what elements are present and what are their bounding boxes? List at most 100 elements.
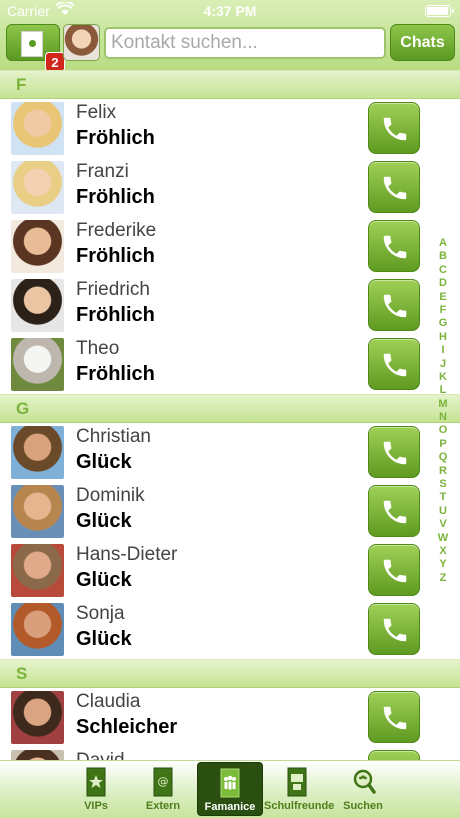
index-letter[interactable]: S [439,478,446,491]
contact-avatar[interactable] [11,691,64,744]
contact-last-name: Fröhlich [76,245,155,267]
index-letter[interactable]: Y [439,558,446,571]
contact-row[interactable]: Franzi Fröhlich [0,158,460,217]
contact-row[interactable]: Frederike Fröhlich [0,217,460,276]
app-header: Carrier 4:37 PM 2 Chats [0,0,460,72]
profile-avatar[interactable] [63,24,100,61]
call-button[interactable] [368,220,420,272]
contact-row[interactable]: Claudia Schleicher [0,688,460,747]
call-button[interactable] [368,426,420,478]
contact-row[interactable]: Sonja Glück [0,600,460,659]
contacts-door-button[interactable]: 2 [6,24,65,72]
index-letter[interactable]: A [439,237,447,250]
contact-list[interactable]: F Felix Fröhlich Franzi Fröhlich Frederike Frö… [0,70,460,760]
contact-first-name: Franzi [76,161,129,182]
contact-last-name: Glück [76,569,132,591]
call-button[interactable] [368,279,420,331]
index-letter[interactable]: T [440,491,447,504]
call-button[interactable] [368,102,420,154]
call-button[interactable] [368,485,420,537]
tab-label: Suchen [343,800,383,812]
index-letter[interactable]: X [439,545,446,558]
contact-row[interactable]: Christian Glück [0,423,460,482]
phone-icon [383,706,407,730]
battery-icon [425,5,454,17]
tab-vips[interactable]: VIPs [69,762,123,816]
index-letter[interactable]: B [439,250,447,263]
index-letter[interactable]: Z [440,572,447,585]
index-letter[interactable]: Q [439,451,448,464]
contact-avatar[interactable] [11,750,64,760]
index-letter[interactable]: N [439,411,447,424]
contact-row[interactable]: Friedrich Fröhlich [0,276,460,335]
contact-avatar[interactable] [11,161,64,214]
index-letter[interactable]: U [439,505,447,518]
contact-first-name: Felix [76,102,117,123]
chats-button[interactable]: Chats [390,24,455,61]
section-header-s: S [0,659,460,688]
index-letter[interactable]: C [439,264,447,277]
contact-avatar[interactable] [11,603,64,656]
tab-label: Schulfreunde [264,800,335,812]
index-letter[interactable]: F [440,304,447,317]
phone-icon [383,500,407,524]
contact-avatar[interactable] [11,485,64,538]
section-header-g: G [0,394,460,423]
call-button[interactable] [368,338,420,390]
index-letter[interactable]: G [439,317,448,330]
phone-icon [383,441,407,465]
call-button[interactable] [368,691,420,743]
contact-avatar[interactable] [11,338,64,391]
phone-icon [383,294,407,318]
contact-first-name: Claudia [76,691,141,712]
index-letter[interactable]: M [438,398,447,411]
contact-avatar[interactable] [11,220,64,273]
index-letter[interactable]: E [439,291,446,304]
index-letter[interactable]: H [439,331,447,344]
phone-icon [383,235,407,259]
tab-label: VIPs [84,800,108,812]
contact-row[interactable]: Dominik Glück [0,482,460,541]
vip-door-icon [86,767,106,797]
search-input[interactable] [104,27,386,59]
family-door-icon [220,768,240,798]
index-letter[interactable]: K [439,371,447,384]
index-letter[interactable]: I [441,344,444,357]
index-letter[interactable]: W [438,532,448,545]
tab-bar: VIPs @ Extern Famanice Schulfreunde Such… [0,760,460,818]
phone-icon [383,176,407,200]
contact-avatar[interactable] [11,279,64,332]
contact-first-name: Dominik [76,485,145,506]
contact-first-name: Theo [76,338,120,359]
alphabet-index[interactable]: ABCDEFGHIJKLMNOPQRSTUVWXYZ [434,237,452,587]
index-letter[interactable]: J [440,358,446,371]
contact-first-name: Frederike [76,220,157,241]
tab-famanice[interactable]: Famanice [197,762,263,816]
contact-row[interactable]: Theo Fröhlich [0,335,460,394]
call-button[interactable] [368,750,420,760]
contact-row[interactable]: David [0,747,460,760]
index-letter[interactable]: L [440,384,447,397]
index-letter[interactable]: P [439,438,446,451]
index-letter[interactable]: D [439,277,447,290]
index-letter[interactable]: O [439,424,448,437]
contact-row[interactable]: Felix Fröhlich [0,99,460,158]
tab-suchen[interactable]: Suchen [336,762,390,816]
contact-avatar[interactable] [11,102,64,155]
contact-row[interactable]: Hans-Dieter Glück [0,541,460,600]
status-bar: Carrier 4:37 PM [0,0,460,22]
index-letter[interactable]: V [439,518,446,531]
index-letter[interactable]: R [439,465,447,478]
contact-last-name: Fröhlich [76,304,155,326]
call-button[interactable] [368,544,420,596]
contact-avatar[interactable] [11,426,64,479]
contact-avatar[interactable] [11,544,64,597]
contact-first-name: Friedrich [76,279,150,300]
tab-schulfreunde[interactable]: Schulfreunde [264,762,335,816]
contact-last-name: Glück [76,451,132,473]
call-button[interactable] [368,603,420,655]
contact-last-name: Fröhlich [76,363,155,385]
call-button[interactable] [368,161,420,213]
tab-extern[interactable]: @ Extern [136,762,190,816]
contact-last-name: Fröhlich [76,127,155,149]
